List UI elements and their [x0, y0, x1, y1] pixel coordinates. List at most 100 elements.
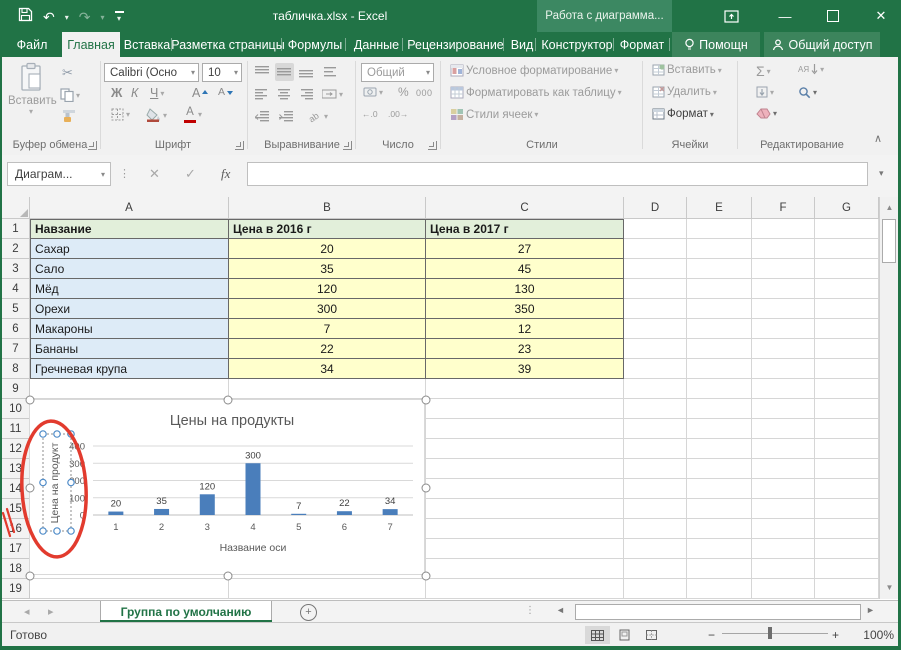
cell-A3[interactable]: Сало — [30, 259, 229, 279]
cell-F16[interactable] — [752, 519, 815, 539]
number-format-combo[interactable]: Общий▾ — [361, 63, 434, 82]
insert-cells-button[interactable]: Вставить▾ — [652, 64, 722, 76]
cell-B1[interactable]: Цена в 2016 г — [229, 219, 426, 239]
cell-E1[interactable] — [687, 219, 752, 239]
select-all-corner[interactable] — [2, 197, 30, 219]
cell-F18[interactable] — [752, 559, 815, 579]
tab-формулы[interactable]: Формулы — [284, 32, 346, 57]
cell-C4[interactable]: 130 — [426, 279, 624, 299]
cell-E6[interactable] — [687, 319, 752, 339]
align-top-icon[interactable] — [253, 63, 272, 81]
row-header-2[interactable]: 2 — [2, 239, 30, 259]
formula-bar-splitter[interactable]: ⋮ — [119, 167, 130, 180]
cell-F11[interactable] — [752, 419, 815, 439]
cell-D10[interactable] — [624, 399, 687, 419]
cell-D3[interactable] — [624, 259, 687, 279]
font-name-combo[interactable]: Calibri (Осно▾ — [104, 63, 199, 82]
column-header-F[interactable]: F — [752, 197, 815, 219]
save-icon[interactable] — [18, 7, 33, 27]
font-dialog-launcher[interactable] — [235, 141, 244, 150]
column-header-D[interactable]: D — [624, 197, 687, 219]
cut-icon[interactable]: ✂ — [62, 65, 73, 81]
borders-button[interactable]: ▾ — [111, 108, 130, 121]
cell-G13[interactable] — [815, 459, 879, 479]
cell-F8[interactable] — [752, 359, 815, 379]
hscroll-right-icon[interactable]: ► — [866, 605, 875, 615]
cell-E9[interactable] — [687, 379, 752, 399]
undo-dropdown-icon[interactable]: ▾ — [65, 13, 69, 22]
chart-resize-handle[interactable] — [26, 484, 35, 493]
cell-E17[interactable] — [687, 539, 752, 559]
selection-handle[interactable] — [54, 431, 60, 437]
align-middle-icon[interactable] — [275, 63, 294, 81]
cell-E4[interactable] — [687, 279, 752, 299]
cell-D19[interactable] — [624, 579, 687, 599]
name-box-dropdown-icon[interactable]: ▾ — [101, 170, 105, 179]
cell-B5[interactable]: 300 — [229, 299, 426, 319]
tab-данные[interactable]: Данные — [348, 32, 405, 57]
cell-E16[interactable] — [687, 519, 752, 539]
tab-scrollbar-splitter[interactable]: ⋮ — [525, 605, 535, 616]
cell-G9[interactable] — [815, 379, 879, 399]
cell-A6[interactable]: Макароны — [30, 319, 229, 339]
align-bottom-icon[interactable] — [297, 63, 316, 81]
normal-view-button[interactable] — [585, 626, 610, 644]
increase-indent-icon[interactable] — [277, 107, 296, 125]
selection-handle[interactable] — [40, 431, 46, 437]
decrease-decimal-button[interactable]: .00→ — [388, 109, 408, 119]
cell-styles-button[interactable]: Стили ячеек▾ — [450, 108, 538, 121]
tab-рецензирование[interactable]: Рецензирование — [405, 32, 506, 57]
cell-G5[interactable] — [815, 299, 879, 319]
cell-E5[interactable] — [687, 299, 752, 319]
bar-1[interactable] — [108, 512, 123, 515]
insert-function-icon[interactable]: fx — [221, 166, 230, 182]
bar-7[interactable] — [383, 509, 398, 515]
cell-G19[interactable] — [815, 579, 879, 599]
row-header-4[interactable]: 4 — [2, 279, 30, 299]
decrease-indent-icon[interactable] — [253, 107, 272, 125]
cell-C18[interactable] — [426, 559, 624, 579]
cell-A4[interactable]: Мёд — [30, 279, 229, 299]
cell-F2[interactable] — [752, 239, 815, 259]
cell-A19[interactable] — [30, 579, 229, 599]
sheet-nav-left-icon[interactable]: ◂ — [24, 605, 30, 618]
cell-D15[interactable] — [624, 499, 687, 519]
cell-E19[interactable] — [687, 579, 752, 599]
cell-E10[interactable] — [687, 399, 752, 419]
ribbon-display-options-button[interactable] — [714, 0, 748, 32]
cell-F4[interactable] — [752, 279, 815, 299]
cell-A7[interactable]: Бананы — [30, 339, 229, 359]
clipboard-dialog-launcher[interactable] — [88, 141, 97, 150]
cell-E3[interactable] — [687, 259, 752, 279]
delete-cells-button[interactable]: Удалить▾ — [652, 86, 717, 98]
wrap-text-icon[interactable] — [322, 63, 341, 81]
fill-button[interactable]: ▾ — [756, 86, 774, 98]
cell-F14[interactable] — [752, 479, 815, 499]
cell-F1[interactable] — [752, 219, 815, 239]
cell-B8[interactable]: 34 — [229, 359, 426, 379]
row-header-1[interactable]: 1 — [2, 219, 30, 239]
column-header-G[interactable]: G — [815, 197, 879, 219]
customize-qat-icon[interactable]: ▾ — [115, 11, 124, 23]
chart-resize-handle[interactable] — [422, 396, 431, 405]
font-color-button[interactable]: А ▾ — [184, 107, 202, 123]
align-left-icon[interactable] — [253, 85, 272, 103]
cell-B7[interactable]: 22 — [229, 339, 426, 359]
cell-G3[interactable] — [815, 259, 879, 279]
cell-C16[interactable] — [426, 519, 624, 539]
cell-D4[interactable] — [624, 279, 687, 299]
vertical-scrollbar-thumb[interactable] — [882, 219, 896, 263]
cell-E12[interactable] — [687, 439, 752, 459]
cell-D13[interactable] — [624, 459, 687, 479]
y-axis-title[interactable]: Цена на продукт — [49, 442, 61, 523]
cell-G16[interactable] — [815, 519, 879, 539]
cell-B9[interactable] — [229, 379, 426, 399]
fill-color-button[interactable]: ▾ — [146, 108, 167, 122]
row-header-13[interactable]: 13 — [2, 459, 30, 479]
bar-4[interactable] — [246, 463, 261, 515]
format-cells-button[interactable]: Формат▾ — [652, 108, 714, 120]
bar-5[interactable] — [291, 514, 306, 515]
cell-F17[interactable] — [752, 539, 815, 559]
font-size-combo[interactable]: 10▾ — [202, 63, 242, 82]
align-right-icon[interactable] — [297, 85, 316, 103]
